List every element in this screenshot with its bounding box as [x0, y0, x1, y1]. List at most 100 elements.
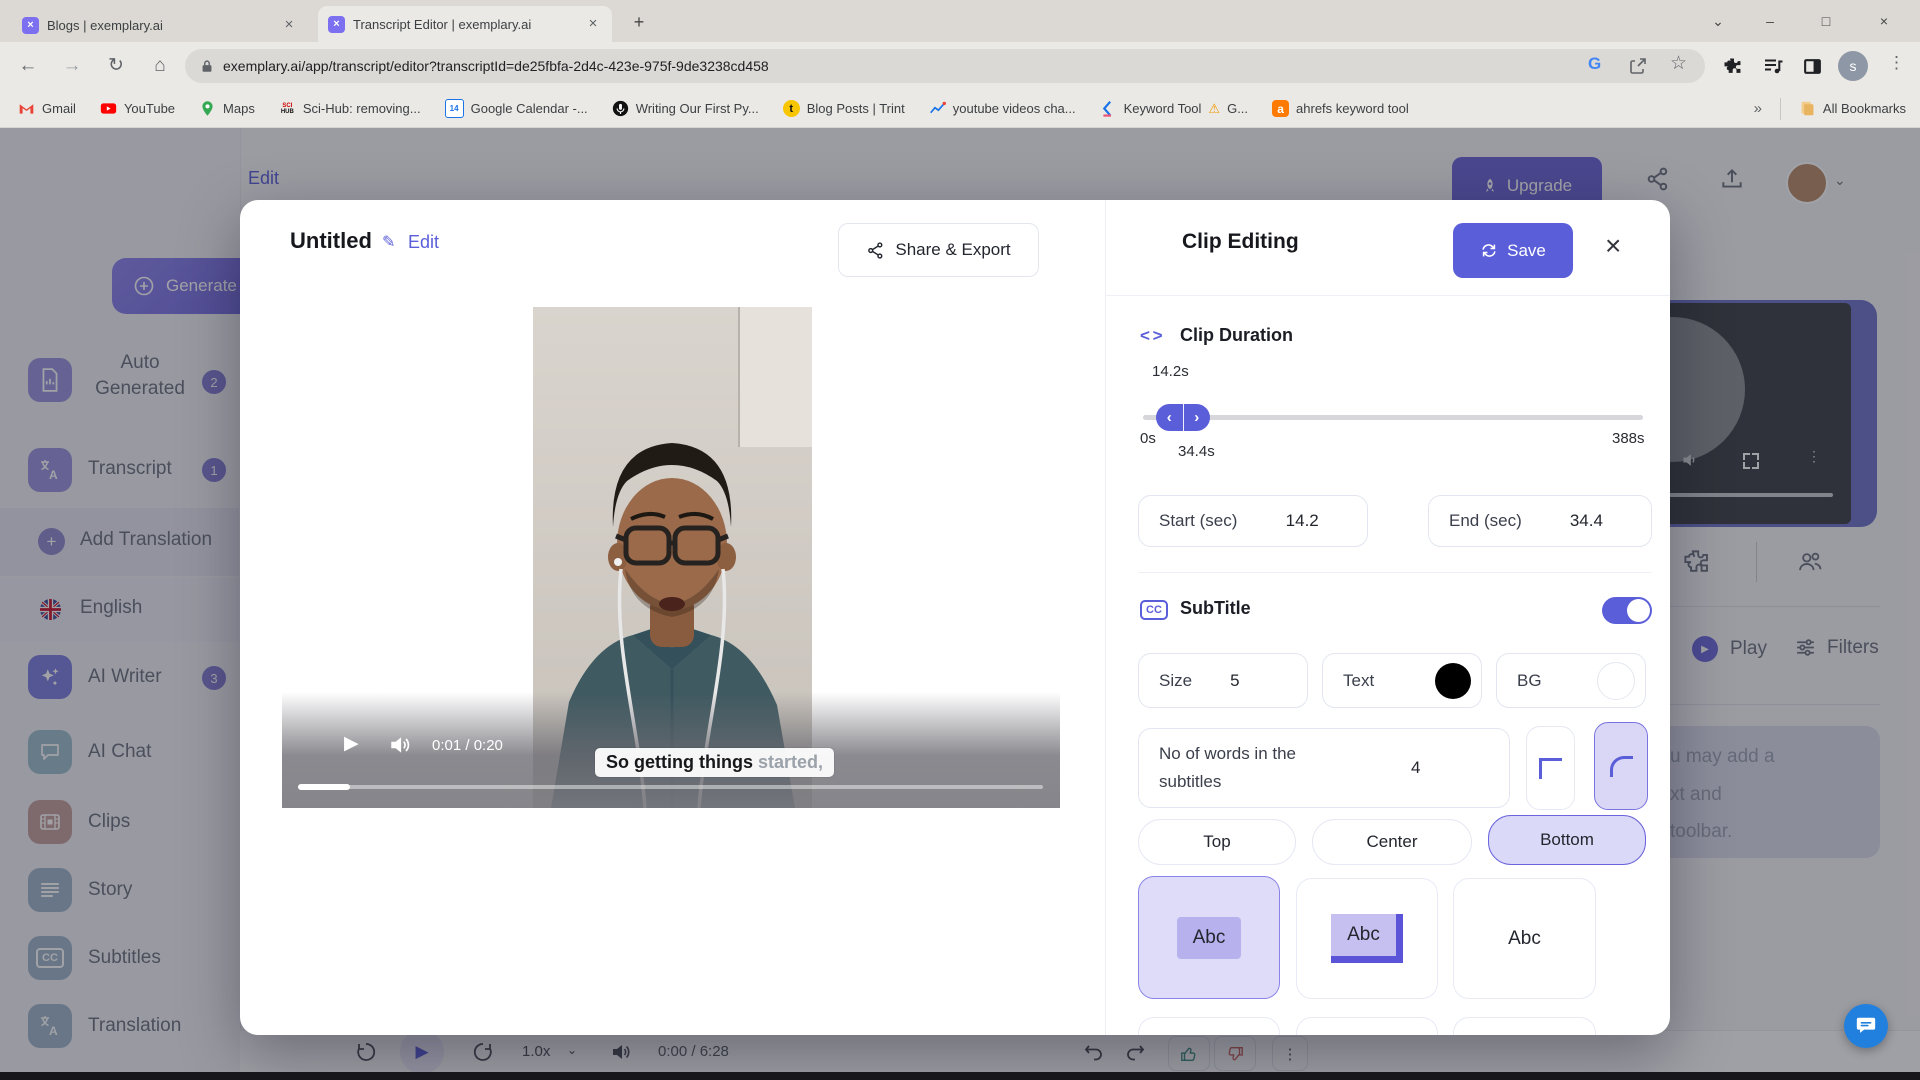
- subtitle-style-card-partial[interactable]: [1296, 1017, 1438, 1035]
- divider: [1138, 572, 1652, 573]
- share-export-button[interactable]: Share & Export: [838, 223, 1039, 277]
- browser-menu-icon[interactable]: ⋮: [1888, 53, 1905, 73]
- subtitle-style-card-partial[interactable]: [1453, 1017, 1596, 1035]
- divider: [1780, 98, 1781, 120]
- google-g-icon[interactable]: G: [1588, 54, 1601, 74]
- youtube-icon: [100, 100, 117, 117]
- video-time: 0:01 / 0:20: [432, 737, 503, 754]
- video-fullscreen-icon[interactable]: [1068, 735, 1084, 751]
- subtitle-toggle[interactable]: [1602, 597, 1652, 624]
- bookmarks-overflow: » All Bookmarks: [1754, 98, 1906, 120]
- corner-rounded-button[interactable]: [1594, 722, 1648, 810]
- tab-close-icon[interactable]: ×: [280, 16, 298, 34]
- rounded-corner-icon: [1610, 756, 1633, 777]
- side-panel-icon[interactable]: [1802, 56, 1823, 77]
- browser-toolbar: ← → ↻ ⌂ exemplary.ai/app/transcript/edit…: [0, 42, 1920, 90]
- keyword-tool-icon: [1100, 100, 1117, 117]
- bookmark-youtube[interactable]: YouTube: [100, 100, 175, 117]
- start-time-bubble: 14.2s: [1152, 363, 1189, 380]
- bookmark-scihub[interactable]: SCIHUB Sci-Hub: removing...: [279, 100, 421, 117]
- window-maximize-button[interactable]: □: [1800, 0, 1852, 42]
- bookmark-maps[interactable]: Maps: [199, 100, 255, 117]
- scihub-icon: SCIHUB: [279, 100, 296, 117]
- home-button[interactable]: ⌂: [144, 50, 176, 82]
- position-top-button[interactable]: Top: [1138, 819, 1296, 865]
- clip-editing-title: Clip Editing: [1182, 230, 1299, 254]
- video-progress-fill[interactable]: [298, 784, 350, 790]
- chat-widget-button[interactable]: [1844, 1004, 1888, 1048]
- subtitle-caption[interactable]: So getting things started,: [595, 748, 834, 777]
- share-page-icon[interactable]: [1628, 56, 1648, 76]
- maps-pin-icon: [199, 100, 216, 117]
- bookmarks-more-icon[interactable]: »: [1754, 100, 1762, 117]
- video-player[interactable]: ▶ 0:01 / 0:20 So getting things started,: [282, 307, 1060, 808]
- bg-color-swatch[interactable]: [1597, 662, 1635, 700]
- start-seconds-input[interactable]: Start (sec) 14.2: [1138, 495, 1368, 547]
- range-min-label: 0s: [1140, 430, 1156, 447]
- site-lock-icon: [199, 57, 215, 75]
- range-slider-track[interactable]: [1143, 415, 1643, 420]
- clip-duration-label: Clip Duration: [1180, 325, 1293, 346]
- tab-title: Blogs | exemplary.ai: [47, 18, 272, 33]
- divider: [1105, 200, 1106, 1035]
- exemplary-favicon: ×: [22, 17, 39, 34]
- forward-button[interactable]: →: [56, 50, 88, 82]
- window-minimize-button[interactable]: –: [1744, 0, 1796, 42]
- slider-left-handle[interactable]: ‹: [1156, 404, 1184, 431]
- clip-edit-button[interactable]: Edit: [408, 232, 439, 253]
- edit-pencil-icon[interactable]: ✎: [382, 232, 395, 252]
- browser-tab-blogs[interactable]: × Blogs | exemplary.ai ×: [12, 8, 308, 42]
- new-tab-button[interactable]: +: [626, 9, 652, 35]
- profile-avatar[interactable]: s: [1838, 51, 1868, 81]
- bookmark-star-icon[interactable]: ☆: [1670, 52, 1687, 75]
- subtitle-section-label: SubTitle: [1180, 598, 1251, 619]
- end-seconds-input[interactable]: End (sec) 34.4: [1428, 495, 1652, 547]
- position-center-button[interactable]: Center: [1312, 819, 1472, 865]
- podcast-icon: [612, 100, 629, 117]
- video-volume-icon[interactable]: [388, 733, 412, 757]
- subtitle-style-card-3[interactable]: Abc: [1453, 878, 1596, 999]
- address-bar[interactable]: exemplary.ai/app/transcript/editor?trans…: [185, 49, 1705, 83]
- code-icon: < >: [1140, 326, 1162, 346]
- slider-right-handle[interactable]: ›: [1184, 404, 1211, 431]
- position-bottom-button[interactable]: Bottom: [1488, 815, 1646, 865]
- subtitle-text-color[interactable]: Text: [1322, 653, 1482, 708]
- bookmark-ahrefs[interactable]: a ahrefs keyword tool: [1272, 100, 1409, 117]
- reload-button[interactable]: ↻: [100, 50, 132, 82]
- clip-title: Untitled: [290, 228, 372, 254]
- chat-icon: [1855, 1015, 1877, 1037]
- window-close-button[interactable]: ×: [1858, 0, 1910, 42]
- subtitle-style-card-2[interactable]: Abc: [1296, 878, 1438, 999]
- tab-close-icon[interactable]: ×: [584, 15, 602, 33]
- subtitle-style-card-partial[interactable]: [1138, 1017, 1280, 1035]
- sync-icon: [1480, 242, 1498, 259]
- browser-tab-transcript-editor[interactable]: × Transcript Editor | exemplary.ai ×: [318, 6, 612, 42]
- words-per-subtitle-input[interactable]: No of words in the subtitles 4: [1138, 728, 1510, 808]
- bookmark-blog-posts-trint[interactable]: t Blog Posts | Trint: [783, 100, 905, 117]
- video-progress-track[interactable]: [298, 785, 1043, 789]
- browser-tab-strip: × Blogs | exemplary.ai × × Transcript Ed…: [0, 0, 1920, 42]
- save-button[interactable]: Save: [1453, 223, 1573, 278]
- subtitle-style-card-1[interactable]: Abc: [1138, 876, 1280, 999]
- subtitle-bg-color[interactable]: BG: [1496, 653, 1646, 708]
- bookmark-keyword-tool[interactable]: Keyword Tool ⚠ G...: [1100, 100, 1248, 117]
- tab-search-chevron-icon[interactable]: ⌄: [1692, 0, 1744, 42]
- text-color-swatch[interactable]: [1435, 663, 1471, 699]
- range-slider-handles[interactable]: ‹ ›: [1156, 404, 1210, 431]
- subtitle-size-input[interactable]: Size 5: [1138, 653, 1308, 708]
- video-play-icon[interactable]: ▶: [344, 732, 359, 755]
- trint-icon: t: [783, 100, 800, 117]
- bookmark-youtube-videos[interactable]: youtube videos cha...: [929, 100, 1076, 117]
- back-button[interactable]: ←: [12, 50, 44, 82]
- playlist-extension-icon[interactable]: [1762, 56, 1784, 77]
- end-time-bubble: 34.4s: [1178, 443, 1215, 460]
- bookmark-google-calendar[interactable]: 14 Google Calendar -...: [445, 99, 588, 118]
- all-bookmarks-button[interactable]: All Bookmarks: [1799, 100, 1906, 117]
- corner-sharp-button[interactable]: [1526, 726, 1575, 810]
- bookmark-gmail[interactable]: Gmail: [18, 100, 76, 117]
- ahrefs-icon: a: [1272, 100, 1289, 117]
- extensions-puzzle-icon[interactable]: [1722, 56, 1743, 77]
- bookmark-writing-first[interactable]: Writing Our First Py...: [612, 100, 759, 117]
- url-text[interactable]: exemplary.ai/app/transcript/editor?trans…: [223, 58, 769, 74]
- close-modal-icon[interactable]: ×: [1605, 230, 1621, 262]
